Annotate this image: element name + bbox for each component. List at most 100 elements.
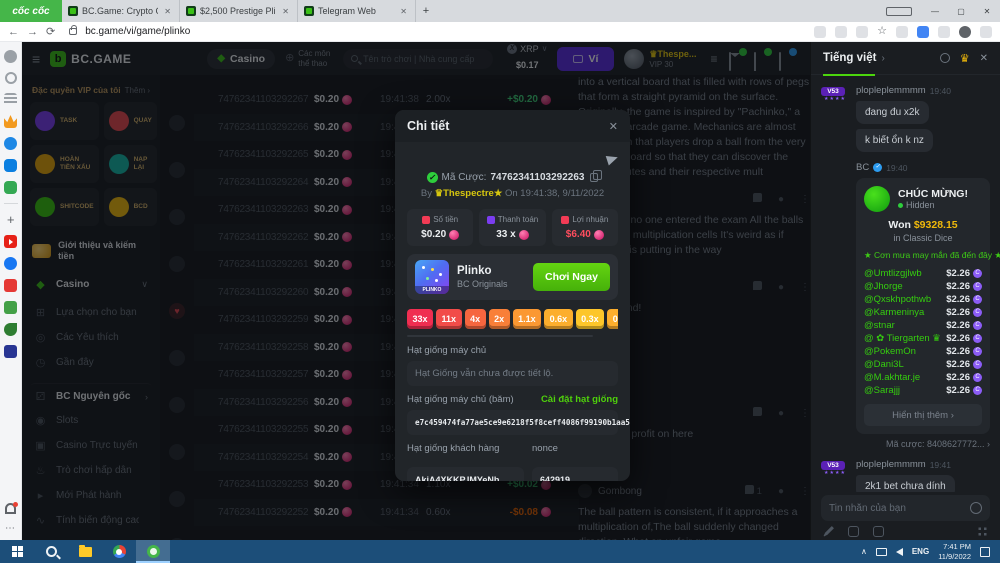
- modal-close-icon[interactable]: ✕: [609, 120, 618, 133]
- close-button[interactable]: ✕: [974, 7, 1000, 16]
- bcd-coin-icon: C: [973, 295, 982, 304]
- history-icon[interactable]: [5, 72, 17, 84]
- cast-icon[interactable]: [886, 7, 912, 16]
- attach-icon[interactable]: [848, 526, 859, 537]
- game-name: Plinko: [457, 264, 508, 278]
- start-button[interactable]: [0, 540, 34, 563]
- modal-title: Chi tiết: [407, 119, 449, 133]
- browser-tab[interactable]: $2,500 Prestige Plinko Challe ✕: [180, 0, 298, 22]
- network-icon[interactable]: [876, 548, 887, 556]
- notification-bell-icon[interactable]: [5, 503, 16, 514]
- reading-list-icon[interactable]: [4, 93, 17, 106]
- chat-message-bot: BC✓19:40 CHÚC MỪNG! Hidden Won $9328.15 …: [821, 162, 990, 449]
- extension-icon[interactable]: [938, 26, 950, 38]
- adblock-shield-icon[interactable]: [896, 26, 908, 38]
- chat-input-wrap[interactable]: [821, 495, 990, 521]
- maximize-button[interactable]: ▢: [948, 7, 974, 16]
- nonce-value[interactable]: 642919: [532, 467, 618, 481]
- action-center-icon[interactable]: [980, 547, 990, 557]
- gif-icon[interactable]: [873, 526, 884, 537]
- downloads-icon[interactable]: [980, 26, 992, 38]
- back-button[interactable]: ←: [8, 26, 19, 38]
- translate-icon[interactable]: [835, 26, 847, 38]
- chrome-icon[interactable]: [102, 540, 136, 563]
- file-explorer-icon[interactable]: [68, 540, 102, 563]
- chat-rules-icon[interactable]: [940, 53, 950, 63]
- rain-winner-amount: $2.26: [946, 372, 970, 383]
- more-icon[interactable]: ⋯: [4, 523, 17, 536]
- client-seed-value[interactable]: AkiA4XKKP.IMYeNb: [407, 467, 524, 481]
- copy-icon[interactable]: [590, 173, 598, 182]
- tray-expand-icon[interactable]: ∧: [861, 547, 867, 556]
- rain-winner-name[interactable]: @Dani3L: [864, 359, 946, 370]
- forward-button[interactable]: →: [27, 26, 38, 38]
- chat-username[interactable]: plopleplemmmm: [856, 85, 926, 96]
- lock-icon[interactable]: [69, 28, 77, 35]
- navy-app-icon[interactable]: [4, 345, 17, 358]
- games-icon[interactable]: [4, 181, 17, 194]
- rain-winner-name[interactable]: @stnar: [864, 320, 946, 331]
- tab-close-icon[interactable]: ✕: [162, 7, 173, 16]
- rain-winner-name[interactable]: @ ✿ Tiergarten ♛: [864, 333, 946, 344]
- messenger-icon[interactable]: [4, 137, 17, 150]
- leaf-app-icon[interactable]: [4, 323, 17, 336]
- input-language[interactable]: ENG: [912, 547, 929, 556]
- settings-icon[interactable]: [4, 50, 17, 63]
- multiplier-scroll-track[interactable]: [407, 335, 593, 337]
- rain-winner-name[interactable]: @M.akhtar.je: [864, 372, 946, 383]
- taskbar-clock[interactable]: 7:41 PM 11/9/2022: [938, 542, 971, 561]
- chat-close-icon[interactable]: ✕: [980, 53, 988, 64]
- rain-winner-name[interactable]: @Qxskhpothwb: [864, 294, 946, 305]
- red-app-icon[interactable]: [4, 279, 17, 292]
- green-app-icon[interactable]: [4, 301, 17, 314]
- seed-settings-link[interactable]: Cài đặt hạt giống: [541, 394, 618, 405]
- coccoc-taskbar-icon[interactable]: [136, 540, 170, 563]
- profile-icon[interactable]: [959, 26, 971, 38]
- address-bar[interactable]: bc.game/vi/game/plinko: [85, 26, 190, 37]
- apps-grid-icon[interactable]: [977, 526, 988, 537]
- multiplier-chip: 0.6x: [544, 309, 573, 329]
- chat-username[interactable]: plopleplemmmm: [856, 459, 926, 470]
- minimize-button[interactable]: —: [922, 7, 948, 16]
- tab-close-icon[interactable]: ✕: [398, 7, 409, 16]
- chat-input[interactable]: [829, 503, 970, 514]
- add-shortcut-icon[interactable]: +: [4, 213, 17, 226]
- show-more-button[interactable]: Hiển thị thêm ›: [864, 404, 982, 426]
- facebook-icon[interactable]: [4, 257, 17, 270]
- trophy-icon[interactable]: ♛: [960, 52, 970, 65]
- reload-button[interactable]: ⟳: [46, 25, 55, 38]
- player-name[interactable]: ♛Thespectre★: [435, 188, 503, 199]
- youtube-icon[interactable]: [4, 235, 17, 248]
- crown-icon[interactable]: [4, 115, 17, 128]
- bookmark-star-icon[interactable]: ☆: [877, 26, 887, 37]
- rain-winner-name[interactable]: @Karmeninya: [864, 307, 946, 318]
- rain-winner-name[interactable]: @PokemOn: [864, 346, 946, 357]
- tab-close-icon[interactable]: ✕: [280, 7, 291, 16]
- volume-icon[interactable]: [896, 548, 903, 556]
- rain-winner-name[interactable]: @Jhorge: [864, 281, 946, 292]
- bcd-coin-icon: C: [973, 347, 982, 356]
- chat-room-title[interactable]: Tiếng việt: [823, 52, 876, 64]
- emoji-icon[interactable]: [970, 502, 982, 514]
- bet-id-link[interactable]: Mã cược: 8408627772... ›: [856, 439, 990, 449]
- share-icon[interactable]: [856, 26, 868, 38]
- server-seed-value[interactable]: Hạt Giống vẫn chưa được tiết lộ.: [407, 361, 618, 386]
- plinko-thumbnail[interactable]: PLINKO: [415, 260, 449, 294]
- pencil-icon[interactable]: [823, 526, 834, 537]
- downloader-extension-icon[interactable]: [917, 26, 929, 38]
- coccoc-menu-button[interactable]: cốc cốc: [0, 0, 62, 22]
- browser-tab[interactable]: Telegram Web ✕: [298, 0, 416, 22]
- new-tab-button[interactable]: +: [416, 0, 436, 22]
- rain-winner-name[interactable]: @Umtlizgjlwb: [864, 268, 946, 279]
- share-bet-icon[interactable]: [606, 153, 620, 166]
- rain-winner-name[interactable]: @Sarajjj: [864, 385, 946, 396]
- play-now-button[interactable]: Chơi Ngay: [533, 263, 610, 291]
- save-page-icon[interactable]: [814, 26, 826, 38]
- zalo-icon[interactable]: [4, 159, 17, 172]
- stat-icon: [487, 216, 495, 224]
- hashed-seed-value[interactable]: e7c459474fa77ae5ce9e6218f5f8ceff4086f991…: [407, 410, 618, 435]
- rain-winner-amount: $2.26: [946, 333, 970, 344]
- bcgame-site: ≡ b BC.GAME ◆ Casino ⊕ Các môn thể thao …: [22, 42, 1000, 540]
- taskbar-search-icon[interactable]: [34, 540, 68, 563]
- browser-tab[interactable]: BC.Game: Crypto Casino Gan ✕: [62, 0, 180, 22]
